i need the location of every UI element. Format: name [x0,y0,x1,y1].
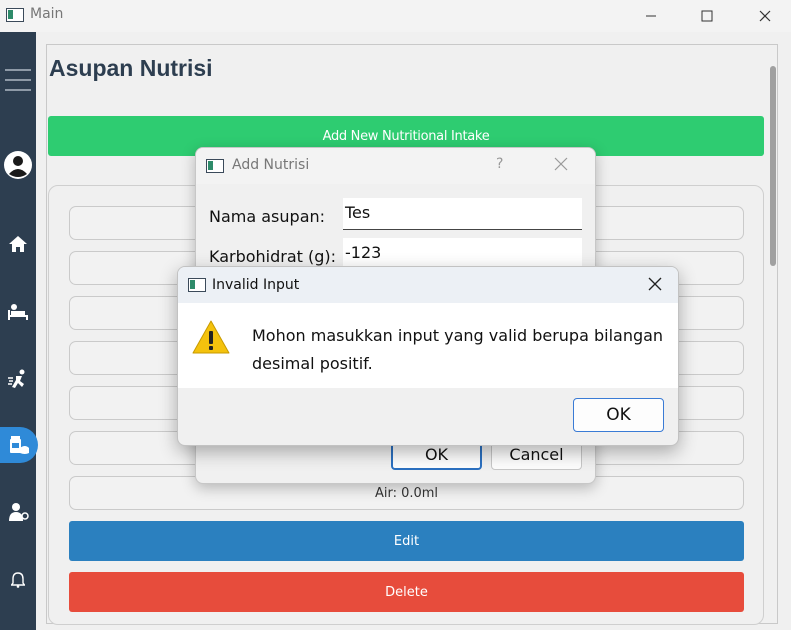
doctor-icon [9,503,29,521]
dialog-title: Add Nutrisi [232,157,310,173]
maximize-button[interactable] [684,0,730,32]
alert-message: Mohon masukkan input yang valid berupa b… [252,326,664,373]
scrollbar-thumb[interactable] [770,66,776,266]
sidebar-item-exercise[interactable] [0,361,36,397]
app-icon [206,159,224,173]
sidebar-item-home[interactable] [0,226,36,262]
warning-icon [192,319,230,359]
invalid-input-dialog: Invalid Input Mohon masukkan input yang … [177,266,679,446]
close-icon [648,277,662,291]
carbohydrate-label: Karbohidrat (g): [209,247,337,266]
user-avatar-icon [4,151,32,179]
running-icon [8,369,25,388]
app-icon [6,8,24,22]
sidebar-item-profile[interactable] [0,147,36,183]
alert-close-button[interactable] [648,276,662,295]
sidebar [0,32,38,630]
sidebar-item-nutrition[interactable] [0,427,38,463]
edit-button[interactable]: Edit [69,521,744,561]
alert-title-bar: Invalid Input [178,267,678,303]
window-title: Main [30,6,64,22]
bell-icon [11,572,25,588]
delete-button[interactable]: Delete [69,572,744,612]
name-label: Nama asupan: [209,207,326,226]
title-bar: Main [0,0,791,32]
nutrition-icon [10,436,29,454]
sidebar-menu-toggle[interactable] [0,62,36,98]
app-icon [188,278,206,292]
alert-ok-button[interactable]: OK [573,398,664,432]
sidebar-item-sleep[interactable] [0,294,36,330]
maximize-icon [701,10,713,22]
alert-body: Mohon masukkan input yang valid berupa b… [178,303,678,388]
dialog-close-button[interactable] [554,156,568,175]
minimize-button[interactable] [628,0,674,32]
page-title: Asupan Nutrisi [49,55,213,81]
close-icon [759,10,771,22]
name-input[interactable]: Tes [343,198,582,230]
bed-icon [8,304,28,320]
alert-title: Invalid Input [212,277,300,293]
minimize-icon [646,15,656,17]
home-icon [9,236,27,252]
help-button[interactable]: ? [496,156,503,172]
hamburger-icon [5,69,31,91]
dialog-title-bar: Add Nutrisi ? [196,148,595,184]
sidebar-item-notifications[interactable] [0,562,36,598]
close-button[interactable] [742,0,788,32]
close-icon [554,157,568,171]
sidebar-item-doctor[interactable] [0,494,36,530]
